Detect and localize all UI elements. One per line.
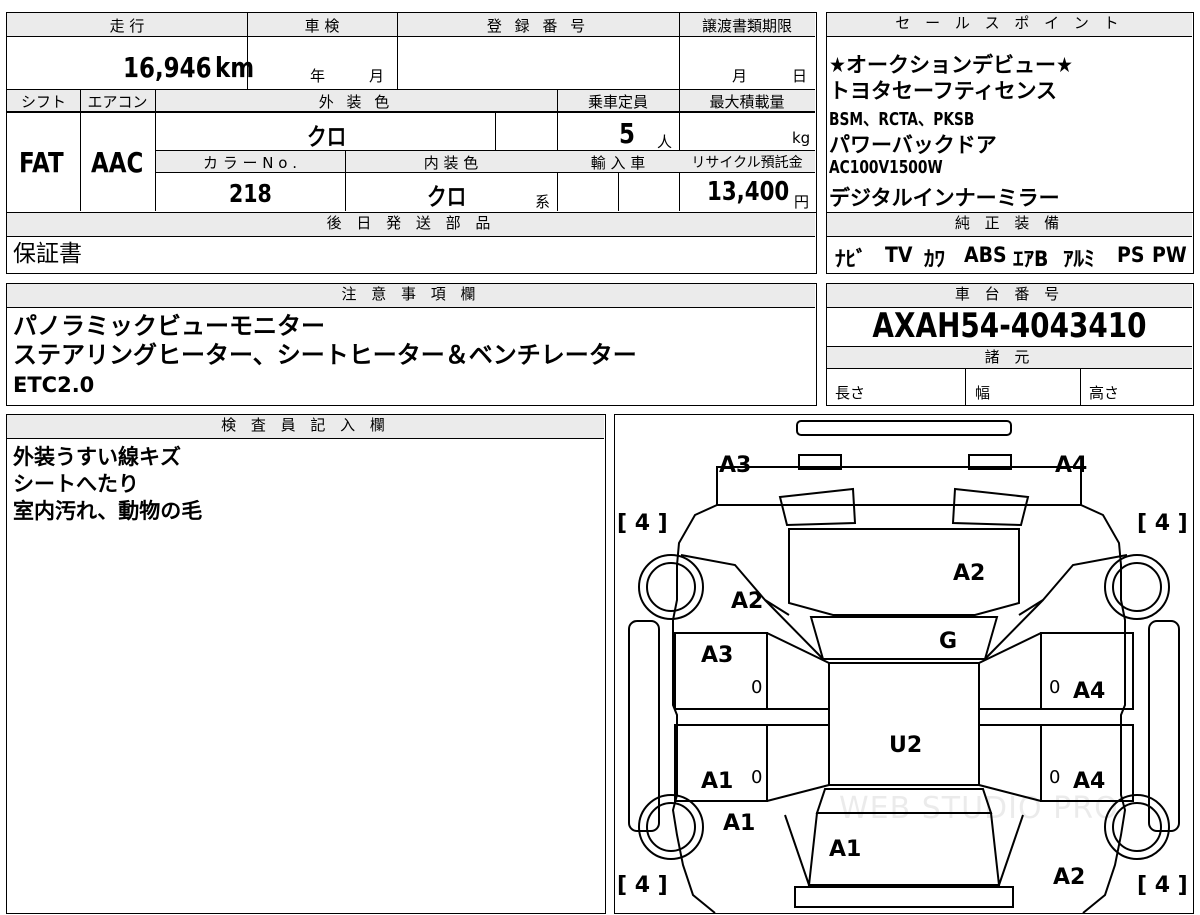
car-diagram: [ 4 ] [ 4 ] [ 4 ] [ 4 ] A3 A4 A2 A2 G A3… — [614, 414, 1194, 914]
ac-label: エアコン — [87, 93, 148, 111]
shift-value: FAT — [19, 146, 64, 179]
equip-tv: TV — [885, 243, 913, 267]
capacity-unit: 人 — [657, 133, 673, 151]
colorno-value: 218 — [229, 179, 272, 208]
sales-point-2: トヨタセーフティセンス — [829, 79, 1058, 103]
inspection-month: 月 — [369, 67, 385, 85]
damage-left-fender: A2 — [731, 589, 764, 614]
capacity-label: 乗車定員 — [587, 93, 648, 111]
equip-alloy: ｱﾙﾐ — [1063, 247, 1095, 271]
later-parts-label: 後 日 発 送 部 品 — [7, 213, 815, 237]
tire-fl: [ 4 ] — [617, 511, 668, 536]
inspector-box: 検 査 員 記 入 欄 外装うすい線キズ シートへたり 室内汚れ、動物の毛 — [6, 414, 606, 914]
equip-ps: PS — [1117, 243, 1145, 267]
sales-point-3: BSM、RCTA、PKSB — [829, 109, 975, 130]
damage-windshield: G — [939, 629, 958, 654]
damage-left-rear-fender: A1 — [723, 811, 756, 836]
sales-point-5: AC100V1500W — [829, 157, 943, 178]
damage-roof: U2 — [889, 733, 923, 758]
tire-rl: [ 4 ] — [617, 873, 668, 898]
transfer-month: 月 — [732, 67, 748, 85]
sales-point-6: デジタルインナーミラー — [829, 186, 1060, 210]
ac-value: AAC — [91, 146, 144, 179]
inspector-line-2: シートへたり — [13, 472, 139, 496]
maxload-label: 最大積載量 — [709, 93, 785, 111]
later-parts-value: 保証書 — [13, 241, 82, 267]
transfer-label: 譲渡書類期限 — [701, 17, 792, 35]
damage-right-front-door: A4 — [1073, 679, 1106, 704]
equip-airbag: ｴｱB — [1013, 247, 1049, 271]
dim-height: 高さ — [1089, 384, 1120, 402]
interior-suffix: 系 — [535, 193, 551, 211]
chassis-box: 車 台 番 号 AXAH54-4043410 諸 元 長さ 幅 高さ — [826, 283, 1194, 406]
sales-points-label: セ ー ル ス ポ イ ン ト — [827, 13, 1192, 37]
dim-width: 幅 — [975, 384, 991, 402]
chassis-label: 車 台 番 号 — [827, 284, 1192, 308]
notes-box: 注 意 事 項 欄 パノラミックビューモニター ステアリングヒーター、シートヒー… — [6, 283, 817, 406]
notes-line-2: ステアリングヒーター、シートヒーター＆ベンチレーター — [13, 341, 637, 369]
equip-leather: ｶﾜ — [924, 247, 945, 271]
recycle-unit: 円 — [794, 193, 810, 211]
exterior-label: 外 装 色 — [318, 93, 394, 111]
exterior-value: クロ — [307, 123, 347, 151]
equipment-box: 純 正 装 備 ﾅﾋﾞ TV ｶﾜ ABS ｴｱB ｱﾙﾐ PS PW — [826, 212, 1194, 274]
damage-front-right: A4 — [1055, 453, 1088, 478]
recycle-label: リサイクル預託金 — [691, 155, 803, 171]
damage-trunk: A1 — [829, 837, 862, 862]
inspection-year: 年 — [310, 67, 326, 85]
sales-points-box: セ ー ル ス ポ イ ン ト ★オークションデビュー★ トヨタセーフティセンス… — [826, 12, 1194, 213]
zero-right-rear: 0 — [1049, 767, 1061, 788]
equip-pw: PW — [1152, 243, 1187, 267]
equip-abs: ABS — [964, 243, 1007, 267]
zero-left-front: 0 — [751, 677, 763, 698]
dim-length: 長さ — [835, 384, 866, 402]
import-label: 輸 入 車 — [590, 154, 646, 172]
inspection-label: 車 検 — [304, 17, 340, 35]
watermark: WEB STUDIO PRO — [839, 791, 1119, 826]
recycle-value: 13,400 — [707, 177, 790, 207]
tire-rr: [ 4 ] — [1137, 873, 1188, 898]
capacity-value: 5 — [619, 117, 635, 150]
dimensions-label: 諸 元 — [827, 347, 1192, 369]
zero-right-front: 0 — [1049, 677, 1061, 698]
shift-label: シフト — [20, 93, 66, 111]
inspector-label: 検 査 員 記 入 欄 — [7, 415, 604, 439]
interior-value: クロ — [427, 183, 467, 211]
interior-label: 内 装 色 — [423, 154, 479, 172]
damage-hood: A2 — [953, 561, 986, 586]
chassis-value: AXAH54-4043410 — [872, 306, 1147, 346]
zero-left-rear: 0 — [751, 767, 763, 788]
inspector-line-3: 室内汚れ、動物の毛 — [13, 499, 203, 523]
mileage-label: 走 行 — [109, 17, 145, 35]
sales-point-4: パワーバックドア — [829, 133, 997, 157]
later-parts-box: 後 日 発 送 部 品 保証書 — [6, 212, 817, 274]
equip-nav: ﾅﾋﾞ — [835, 247, 867, 271]
maxload-unit: kg — [792, 129, 811, 147]
damage-left-front-door: A3 — [701, 643, 734, 668]
notes-line-3: ETC2.0 — [13, 373, 95, 397]
mileage-unit: km — [215, 51, 255, 84]
equipment-label: 純 正 装 備 — [827, 213, 1192, 237]
mileage-value: 16,946 — [123, 51, 212, 84]
damage-left-rear-door: A1 — [701, 769, 734, 794]
colorno-label: カ ラ ー N o . — [202, 154, 297, 172]
registration-label: 登 録 番 号 — [486, 17, 590, 35]
notes-label: 注 意 事 項 欄 — [7, 284, 815, 308]
tire-fr: [ 4 ] — [1137, 511, 1188, 536]
transfer-day: 日 — [792, 67, 808, 85]
damage-right-rear: A2 — [1053, 865, 1086, 890]
damage-front-left: A3 — [719, 453, 752, 478]
spec-table: 走 行 車 検 登 録 番 号 譲渡書類期限 16,946 km 年 月 月 日… — [6, 12, 817, 213]
notes-line-1: パノラミックビューモニター — [13, 312, 325, 340]
inspector-line-1: 外装うすい線キズ — [13, 445, 181, 469]
